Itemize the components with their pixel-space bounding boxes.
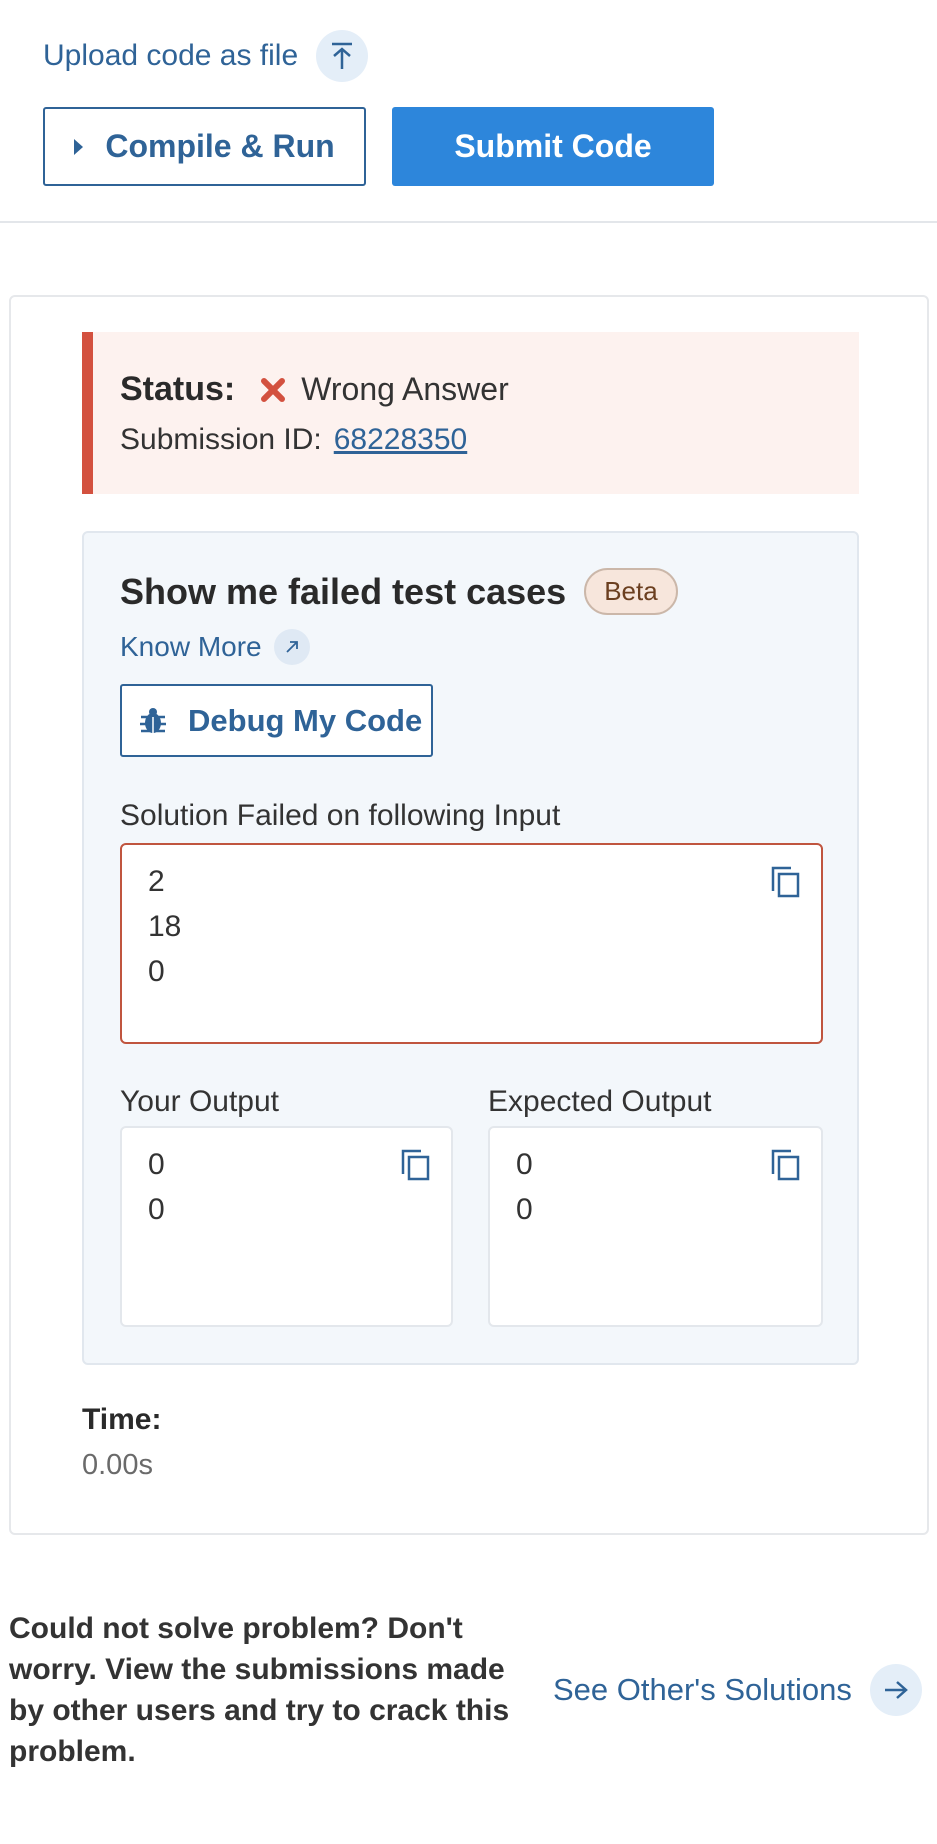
submission-label: Submission ID: [120, 423, 322, 456]
your-output-box: 0 0 [120, 1126, 453, 1327]
arrow-right-icon [869, 1664, 922, 1716]
external-link-icon [273, 629, 310, 665]
copy-icon[interactable] [399, 1148, 431, 1182]
status-line: Status: Wrong Answer [120, 370, 509, 409]
failed-test-title-row: Show me failed test cases Beta [120, 568, 678, 615]
your-output-label: Your Output [120, 1085, 280, 1118]
help-text: Could not solve problem? Don't worry. Vi… [9, 1612, 510, 1768]
compile-run-button[interactable]: Compile & Run [43, 107, 366, 186]
compile-run-label: Compile & Run [105, 128, 335, 164]
output-line: 0 [516, 1148, 533, 1181]
bug-icon [138, 705, 168, 737]
copy-icon[interactable] [769, 865, 801, 899]
expected-output-lines: 0 0 [516, 1142, 795, 1232]
submission-id-link[interactable]: 68228350 [334, 423, 467, 457]
submit-code-button[interactable]: Submit Code [392, 107, 714, 186]
debug-label: Debug My Code [188, 702, 423, 738]
input-line: 2 [148, 865, 165, 898]
cross-icon [259, 376, 287, 404]
debug-my-code-button[interactable]: Debug My Code [120, 684, 433, 757]
time-value: 0.00s [82, 1449, 153, 1481]
failed-input-box: 2 18 0 [120, 843, 823, 1044]
upload-icon[interactable] [316, 30, 369, 82]
failed-input-lines: 2 18 0 [148, 859, 795, 994]
submission-line: Submission ID: 68228350 [120, 423, 467, 457]
output-line: 0 [148, 1148, 165, 1181]
output-line: 0 [516, 1193, 533, 1226]
upload-row: Upload code as file [43, 30, 369, 82]
status-label: Status: [120, 370, 236, 408]
failed-test-title: Show me failed test cases [120, 570, 567, 612]
beta-badge: Beta [584, 568, 678, 615]
input-line: 18 [148, 910, 182, 943]
failed-test-panel: Show me failed test cases Beta Know More… [82, 531, 859, 1365]
know-more-label: Know More [120, 631, 262, 662]
know-more-link[interactable]: Know More [120, 629, 310, 665]
see-others-solutions-label: See Other's Solutions [553, 1672, 852, 1707]
status-value: Wrong Answer [301, 371, 509, 407]
play-icon [74, 138, 84, 155]
copy-icon[interactable] [769, 1148, 801, 1182]
expected-output-label: Expected Output [488, 1085, 712, 1118]
expected-output-box: 0 0 [488, 1126, 823, 1327]
time-label: Time: [82, 1403, 162, 1436]
see-others-solutions-link[interactable]: See Other's Solutions [553, 1664, 922, 1716]
upload-code-link[interactable]: Upload code as file [43, 39, 298, 73]
failed-input-label: Solution Failed on following Input [120, 799, 561, 832]
result-card: Status: Wrong Answer Submission ID: 6822… [9, 295, 929, 1535]
status-box: Status: Wrong Answer Submission ID: 6822… [82, 332, 859, 494]
input-line: 0 [148, 955, 165, 988]
output-line: 0 [148, 1193, 165, 1226]
your-output-lines: 0 0 [148, 1142, 425, 1232]
divider [0, 221, 937, 223]
